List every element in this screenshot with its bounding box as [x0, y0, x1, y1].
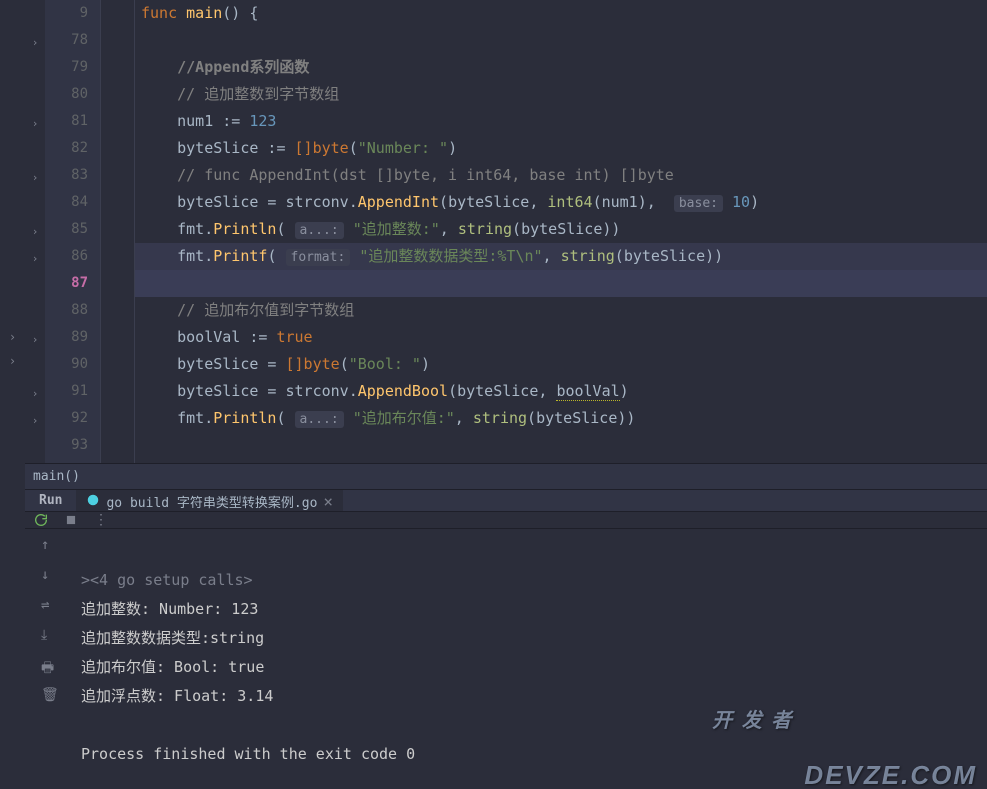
indent-guide [100, 0, 135, 463]
print-icon[interactable]: 🖶 [41, 657, 59, 675]
code-line[interactable]: fmt.Println( a...: "追加布尔值:", string(byte… [135, 405, 987, 432]
chevron-right-icon[interactable]: › [9, 354, 16, 368]
line-number: 78 [45, 27, 88, 54]
code-line[interactable]: // func AppendInt(dst []byte, i int64, b… [135, 162, 987, 189]
line-number: 85 [45, 216, 88, 243]
line-number: 89 [45, 324, 88, 351]
code-line[interactable] [135, 27, 987, 54]
line-number: 81 [45, 108, 88, 135]
line-number: 86 [45, 243, 88, 270]
code-line[interactable]: fmt.Printf( format: "追加整数数据类型:%T\n", str… [135, 243, 987, 270]
code-editor[interactable]: ››› ››› ›› 9 78 79 80 81 82 83 84 85 86 … [25, 0, 987, 489]
line-number: 84 [45, 189, 88, 216]
line-number: 90 [45, 351, 88, 378]
code-line[interactable]: fmt.Println( a...: "追加整数:", string(byteS… [135, 216, 987, 243]
go-icon [86, 493, 100, 511]
stop-icon[interactable] [63, 512, 79, 528]
line-number: 91 [45, 378, 88, 405]
project-sidebar: › › [0, 0, 25, 789]
line-number-current: 87 [45, 270, 88, 297]
code-line[interactable]: // 追加布尔值到字节数组 [135, 297, 987, 324]
code-lines[interactable]: func main() { //Append系列函数 // 追加整数到字节数组 … [135, 0, 987, 463]
line-number: 82 [45, 135, 88, 162]
code-line[interactable] [135, 432, 987, 459]
run-toolbar: ⋮ [25, 512, 987, 529]
code-line[interactable]: // 追加浮点数到字节数组 [135, 459, 987, 463]
line-number: 93 [45, 432, 88, 459]
run-tab-label: go build 字符串类型转换案例.go [106, 492, 317, 511]
close-icon[interactable]: × [323, 492, 333, 511]
code-line[interactable]: byteSlice := []byte("Number: ") [135, 135, 987, 162]
line-number: 83 [45, 162, 88, 189]
run-toolwindow: Run go build 字符串类型转换案例.go × ⋮ ↑ ↓ ⇌ [25, 489, 987, 789]
line-number-gutter: 9 78 79 80 81 82 83 84 85 86 87 88 89 90… [45, 0, 100, 463]
breadcrumb[interactable]: main() [25, 463, 987, 489]
console-line: 追加浮点数: Float: 3.14 [81, 687, 273, 705]
console-sidebar: ↑ ↓ ⇌ ⤓ 🖶 🗑 [25, 529, 75, 789]
code-line-current[interactable] [135, 270, 987, 297]
console-setup-line: ><4 go setup calls> [81, 571, 253, 589]
fold-column[interactable]: ››› ››› ›› [25, 0, 45, 463]
code-line[interactable]: byteSlice = strconv.AppendInt(byteSlice,… [135, 189, 987, 216]
code-line[interactable]: num1 := 123 [135, 108, 987, 135]
code-line[interactable]: boolVal := true [135, 324, 987, 351]
trash-icon[interactable]: 🗑 [41, 687, 59, 705]
line-number: 79 [45, 54, 88, 81]
line-number: 80 [45, 81, 88, 108]
code-line[interactable]: byteSlice = strconv.AppendBool(byteSlice… [135, 378, 987, 405]
code-line[interactable]: //Append系列函数 [135, 54, 987, 81]
code-line[interactable]: func main() { [135, 0, 987, 27]
line-number: 88 [45, 297, 88, 324]
up-icon[interactable]: ↑ [41, 537, 59, 555]
chevron-right-icon[interactable]: › [9, 330, 16, 344]
soft-wrap-icon[interactable]: ⇌ [41, 597, 59, 615]
run-config-tab[interactable]: go build 字符串类型转换案例.go × [76, 490, 343, 511]
console-output[interactable]: ><4 go setup calls> 追加整数: Number: 123 追加… [75, 529, 987, 789]
run-tool-label[interactable]: Run [25, 493, 76, 508]
code-line[interactable]: // 追加整数到字节数组 [135, 81, 987, 108]
code-line[interactable]: byteSlice = []byte("Bool: ") [135, 351, 987, 378]
rerun-icon[interactable] [33, 512, 49, 528]
watermark: 开 发 者 DEVZE.COM [712, 649, 977, 789]
console-line: 追加布尔值: Bool: true [81, 658, 264, 676]
down-icon[interactable]: ↓ [41, 567, 59, 585]
more-icon[interactable]: ⋮ [93, 512, 109, 528]
line-number: 9 [45, 0, 88, 27]
console-line: 追加整数: Number: 123 [81, 600, 258, 618]
console-line: 追加整数数据类型:string [81, 629, 264, 647]
console-exit-line: Process finished with the exit code 0 [81, 745, 415, 763]
scroll-to-end-icon[interactable]: ⤓ [41, 627, 59, 645]
line-number: 92 [45, 405, 88, 432]
